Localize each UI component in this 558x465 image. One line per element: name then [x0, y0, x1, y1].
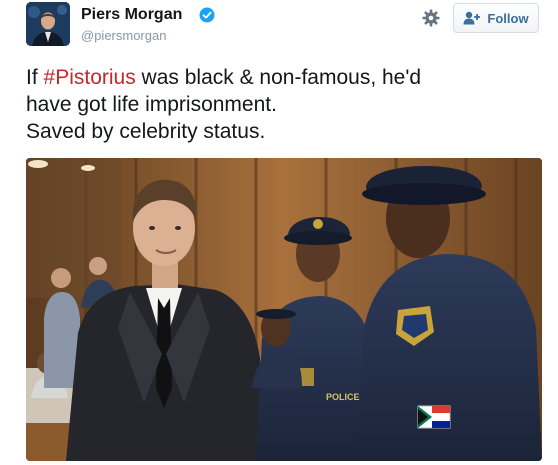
tweet-text-line2: have got life imprisonment.: [26, 93, 277, 116]
author-handle[interactable]: @piersmorgan: [81, 28, 166, 43]
tweet-text: If #Pistorius was black & non-famous, he…: [26, 64, 536, 145]
gear-icon[interactable]: [422, 9, 440, 27]
follow-user-icon: [463, 11, 481, 25]
tweet-photo[interactable]: POLICE: [26, 158, 542, 461]
tweet-text-line3: Saved by celebrity status.: [26, 120, 266, 143]
follow-label: Follow: [487, 10, 529, 26]
verified-badge-icon: [199, 7, 215, 23]
tweet-text-before: If: [26, 66, 44, 89]
avatar[interactable]: [26, 2, 70, 46]
tweet-text-line1: was black & non-famous, he'd: [135, 66, 422, 89]
tweet-header: Piers Morgan @piersmorgan Follow: [26, 0, 546, 50]
police-badge-text: POLICE: [326, 392, 360, 402]
hashtag-link[interactable]: #Pistorius: [44, 66, 136, 89]
follow-button[interactable]: Follow: [453, 3, 539, 33]
author-name[interactable]: Piers Morgan: [81, 6, 182, 24]
